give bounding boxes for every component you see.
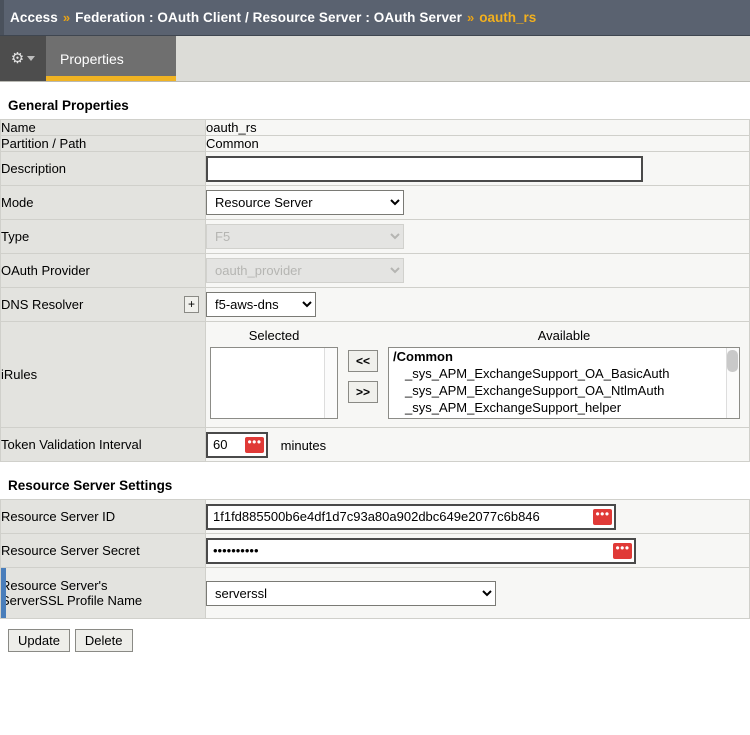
resource-server-id-input[interactable] (206, 504, 616, 530)
general-properties-title: General Properties (0, 82, 750, 119)
table-row-token-validation: Token Validation Interval ••• minutes (1, 428, 750, 462)
resource-server-id-label: Resource Server ID (1, 500, 206, 534)
table-row-resource-server-secret: Resource Server Secret ••• (1, 534, 750, 568)
type-label: Type (1, 220, 206, 254)
chevron-down-icon (27, 56, 35, 61)
page-body: General Properties Name oauth_rs Partiti… (0, 82, 750, 652)
table-row-resource-server-id: Resource Server ID ••• (1, 500, 750, 534)
settings-menu-button[interactable]: ⚙ (0, 36, 46, 81)
move-right-button[interactable]: >> (348, 381, 378, 403)
mode-label: Mode (1, 186, 206, 220)
plus-icon[interactable]: + (184, 296, 199, 313)
resource-server-table: Resource Server ID ••• Resource Server S… (0, 499, 750, 619)
resource-server-settings-title: Resource Server Settings (0, 462, 750, 499)
table-row-name: Name oauth_rs (1, 120, 750, 136)
list-item[interactable]: _sys_APM_ExchangeSupport_OA_BasicAuth (389, 365, 739, 382)
irules-selected-listbox[interactable] (210, 347, 338, 419)
irules-label: iRules (1, 322, 206, 428)
table-row-description: Description (1, 152, 750, 186)
token-validation-options-icon[interactable]: ••• (245, 437, 264, 453)
irules-dual-list: Selected << >> Available /Common _sy (206, 322, 749, 427)
description-input[interactable] (206, 156, 643, 182)
name-value: oauth_rs (206, 120, 750, 136)
irules-available-listbox[interactable]: /Common _sys_APM_ExchangeSupport_OA_Basi… (388, 347, 740, 419)
resource-server-secret-options-icon[interactable]: ••• (613, 543, 632, 559)
irules-selected-column: Selected (210, 328, 338, 419)
partition-label: Partition / Path (1, 136, 206, 152)
list-item[interactable]: /Common (389, 348, 739, 365)
resource-server-secret-field: ••• (206, 538, 636, 564)
delete-button[interactable]: Delete (75, 629, 133, 652)
serverssl-profile-label-line2: ServerSSL Profile Name (1, 593, 205, 608)
irules-selected-header: Selected (210, 328, 338, 347)
available-scrollbar-thumb[interactable] (727, 350, 738, 372)
general-properties-table: Name oauth_rs Partition / Path Common De… (0, 119, 750, 462)
tab-properties-label: Properties (60, 51, 124, 67)
breadcrumb-separator-1: » (58, 10, 75, 25)
serverssl-profile-select[interactable]: serverssl (206, 581, 496, 606)
table-row-dns-resolver: DNS Resolver + f5-aws-dns (1, 288, 750, 322)
tab-properties[interactable]: Properties (46, 36, 176, 81)
resource-server-secret-input[interactable] (206, 538, 636, 564)
irules-available-header: Available (388, 328, 740, 347)
irules-transfer-buttons: << >> (348, 328, 378, 403)
table-row-mode: Mode Resource Server (1, 186, 750, 220)
tab-bar: ⚙ Properties (0, 36, 750, 82)
breadcrumb-current: oauth_rs (479, 10, 536, 25)
resource-server-id-options-icon[interactable]: ••• (593, 509, 612, 525)
table-row-irules: iRules Selected << >> Available (1, 322, 750, 428)
dns-resolver-label: DNS Resolver (1, 297, 83, 312)
description-label: Description (1, 152, 206, 186)
dns-resolver-select[interactable]: f5-aws-dns (206, 292, 316, 317)
breadcrumb-bar: Access » Federation : OAuth Client / Res… (0, 0, 750, 36)
table-row-oauth-provider: OAuth Provider oauth_provider (1, 254, 750, 288)
serverssl-profile-label: Resource Server's ServerSSL Profile Name (1, 568, 206, 619)
token-validation-field: ••• (206, 432, 268, 458)
list-item[interactable]: _sys_APM_ExchangeSupport_helper (389, 399, 739, 416)
oauth-provider-label: OAuth Provider (1, 254, 206, 288)
update-button[interactable]: Update (8, 629, 70, 652)
gear-icon: ⚙ (11, 51, 24, 66)
move-left-button[interactable]: << (348, 350, 378, 372)
name-label: Name (1, 120, 206, 136)
list-item[interactable]: _sys_APM_ExchangeSupport_OA_NtlmAuth (389, 382, 739, 399)
resource-server-id-field: ••• (206, 504, 616, 530)
token-validation-label: Token Validation Interval (1, 428, 206, 462)
partition-value: Common (206, 136, 750, 152)
breadcrumb-root[interactable]: Access (10, 10, 58, 25)
irules-available-column: Available /Common _sys_APM_ExchangeSuppo… (388, 328, 740, 419)
table-row-partition: Partition / Path Common (1, 136, 750, 152)
table-row-type: Type F5 (1, 220, 750, 254)
type-select: F5 (206, 224, 404, 249)
token-validation-unit: minutes (272, 438, 327, 453)
resource-server-secret-label: Resource Server Secret (1, 534, 206, 568)
selected-scrollbar[interactable] (324, 348, 337, 418)
breadcrumb-separator-2: » (462, 10, 479, 25)
mode-select[interactable]: Resource Server (206, 190, 404, 215)
available-scrollbar[interactable] (726, 348, 739, 418)
breadcrumb-path[interactable]: Federation : OAuth Client / Resource Ser… (75, 10, 462, 25)
table-row-serverssl-profile: Resource Server's ServerSSL Profile Name… (1, 568, 750, 619)
footer-actions: Update Delete (0, 619, 750, 652)
oauth-provider-select: oauth_provider (206, 258, 404, 283)
serverssl-profile-label-line1: Resource Server's (1, 578, 205, 593)
